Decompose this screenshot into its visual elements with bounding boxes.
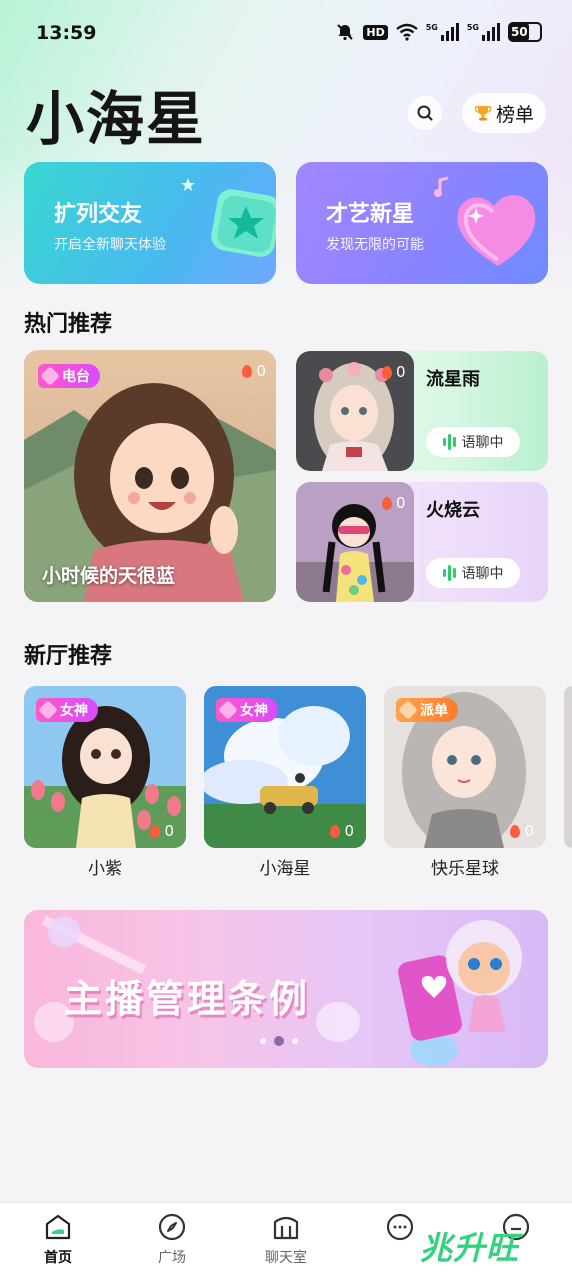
room-tag-goddess: 女神: [36, 698, 98, 722]
room-cover: 女神 0: [204, 686, 366, 848]
heat-value: 0: [344, 822, 354, 840]
voice-chat-status: 语聊中: [426, 427, 520, 457]
home-icon: [42, 1211, 74, 1243]
watermark-logo: 兆升旺: [420, 1229, 520, 1267]
flame-icon: [382, 496, 392, 510]
feature-title: 扩列交友: [54, 202, 143, 227]
status-time: 13:59: [36, 22, 97, 44]
battery-icon: 50: [508, 22, 542, 42]
heat-count: 0: [382, 363, 406, 381]
feature-subtitle: 发现无限的可能: [326, 237, 424, 253]
flame-icon: [382, 365, 392, 379]
hot-room-small[interactable]: 0 流星雨 语聊中: [296, 351, 548, 471]
room-name: 火烧云: [426, 500, 480, 521]
room-tag-goddess: 女神: [216, 698, 278, 722]
room-name: 小海星: [259, 859, 311, 879]
bottom-navigation: 首页 广场 聊天室 兆升旺: [0, 1202, 572, 1279]
wifi-icon: [395, 23, 418, 41]
feature-card-talent-star[interactable]: 才艺新星 发现无限的可能: [296, 162, 548, 284]
flame-icon: [330, 824, 341, 838]
signal-2-icon: 5G: [467, 23, 500, 41]
status-label: 语聊中: [461, 435, 504, 451]
new-rooms-section-title: 新厅推荐: [24, 644, 113, 669]
heat-value: 0: [396, 363, 406, 381]
carousel-dot: [292, 1038, 298, 1044]
room-caption: 小时候的天很蓝: [42, 565, 176, 587]
feature-title: 才艺新星: [326, 202, 415, 227]
carousel-dot-active: [274, 1036, 284, 1046]
battery-level: 50: [510, 24, 529, 40]
nav-label: 广场: [158, 1250, 186, 1266]
heat-count: 0: [382, 494, 406, 512]
nav-label: 聊天室: [265, 1250, 307, 1266]
chatroom-icon: [270, 1211, 302, 1243]
room-cover: 女神 0: [24, 686, 186, 848]
network-type-2: 5G: [466, 23, 479, 32]
app-title: 小海星: [26, 85, 207, 153]
sound-wave-icon: [442, 565, 456, 581]
nav-square[interactable]: 广场: [132, 1211, 212, 1267]
star-badge-icon: [181, 178, 276, 257]
heat-count: 0: [510, 822, 534, 840]
hd-badge: HD: [363, 24, 388, 40]
hot-room-big[interactable]: 电台 0 小时候的天很蓝: [24, 350, 276, 602]
heart-icon: [434, 176, 536, 266]
banner-title: 主播管理条例: [64, 977, 311, 1021]
heat-value: 0: [524, 822, 534, 840]
carousel-indicator: [260, 1036, 298, 1046]
room-tag-dispatch: 派单: [396, 698, 458, 722]
voice-chat-status: 语聊中: [426, 558, 520, 588]
flame-icon: [242, 364, 253, 378]
feature-card-make-friends[interactable]: 扩列交友 开启全新聊天体验: [24, 162, 276, 284]
next-room-card-peek: [564, 686, 572, 848]
nav-home[interactable]: 首页: [18, 1211, 98, 1267]
carousel-dot: [260, 1038, 266, 1044]
status-icons: HD 5G 5G 50: [335, 22, 542, 42]
room-tag-radio: 电台: [38, 364, 100, 388]
trophy-icon: [474, 106, 492, 121]
new-room-card[interactable]: 女神 0 小紫: [24, 686, 186, 879]
rank-button[interactable]: 榜单: [462, 93, 546, 133]
room-cover: 派单 0: [384, 686, 546, 848]
sound-wave-icon: [442, 434, 456, 450]
hot-room-small[interactable]: 0 火烧云 语聊中: [296, 482, 548, 602]
heat-value: 0: [396, 494, 406, 512]
rank-label: 榜单: [495, 103, 534, 126]
heat-count: 0: [242, 362, 266, 380]
flame-icon: [150, 824, 161, 838]
nav-chatroom[interactable]: 聊天室: [246, 1211, 326, 1267]
room-name: 小紫: [88, 859, 122, 879]
search-icon: [417, 105, 433, 121]
feature-subtitle: 开启全新聊天体验: [54, 237, 166, 253]
room-name: 流星雨: [426, 369, 480, 390]
search-button[interactable]: [408, 96, 442, 130]
signal-1-icon: 5G: [426, 23, 459, 41]
network-type-1: 5G: [425, 23, 438, 32]
flame-icon: [510, 824, 521, 838]
heat-value: 0: [256, 362, 266, 380]
message-icon: [384, 1211, 416, 1243]
heat-count: 0: [150, 822, 174, 840]
promo-banner[interactable]: 主播管理条例: [24, 910, 548, 1068]
new-room-card[interactable]: 女神 0 小海星: [204, 686, 366, 879]
compass-icon: [156, 1211, 188, 1243]
room-name: 快乐星球: [431, 859, 499, 879]
heat-count: 0: [330, 822, 354, 840]
heat-value: 0: [164, 822, 174, 840]
nav-label: 首页: [44, 1250, 72, 1266]
status-label: 语聊中: [461, 566, 504, 582]
new-room-card[interactable]: 派单 0 快乐星球: [384, 686, 546, 879]
hot-section-title: 热门推荐: [24, 312, 113, 337]
mute-bell-icon: [337, 24, 354, 41]
